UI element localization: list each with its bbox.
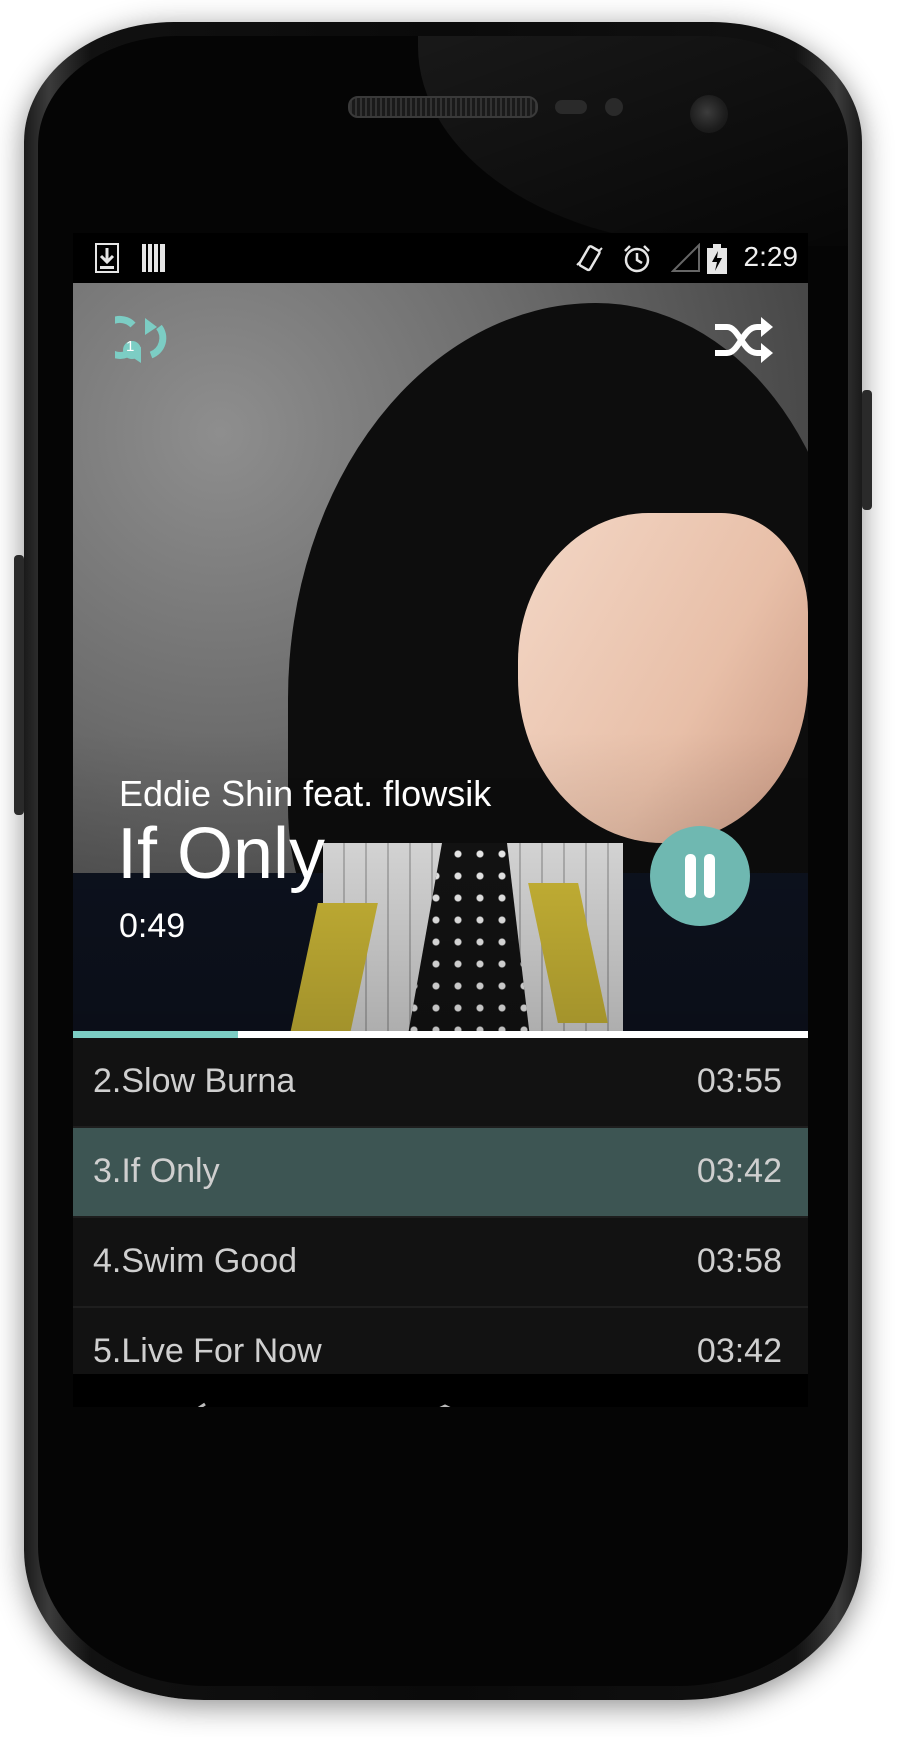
status-bar: 2:29 <box>73 233 808 283</box>
bezel-gloss <box>418 36 848 246</box>
artist-name: Eddie Shin feat. flowsik <box>119 773 492 814</box>
barcode-icon <box>141 243 167 278</box>
pause-button[interactable] <box>650 826 750 926</box>
vibrate-icon <box>573 243 605 280</box>
track-duration: 03:42 <box>696 1152 782 1190</box>
alarm-icon <box>621 243 653 280</box>
back-button[interactable] <box>185 1402 265 1407</box>
track-duration: 03:42 <box>696 1332 782 1370</box>
repeat-badge: 1 <box>126 338 135 355</box>
home-button[interactable] <box>408 1402 488 1407</box>
volume-button <box>14 555 24 815</box>
recent-apps-icon <box>628 1402 698 1407</box>
playlist-item[interactable]: 3.If Only 03:42 <box>73 1128 808 1218</box>
track-name: 2.Slow Burna <box>93 1062 296 1100</box>
front-camera <box>690 95 728 133</box>
repeat-one-icon <box>98 315 167 363</box>
song-title: If Only <box>117 814 326 894</box>
pause-bar-right <box>704 854 715 898</box>
home-icon <box>439 1404 451 1407</box>
navigation-bar <box>73 1374 808 1407</box>
elapsed-time: 0:49 <box>119 907 186 945</box>
screen: 2:29 1 Eddie Shin feat. flowsik If Only … <box>73 233 808 1407</box>
status-time: 2:29 <box>743 241 799 272</box>
playlist-item[interactable]: 5.Live For Now 03:42 <box>73 1308 808 1374</box>
shuffle-button[interactable] <box>713 313 775 367</box>
repeat-one-button[interactable]: 1 <box>98 315 175 367</box>
playlist: 2.Slow Burna 03:55 3.If Only 03:42 4.Swi… <box>73 1038 808 1374</box>
track-name: 3.If Only <box>93 1152 220 1190</box>
proximity-sensor <box>555 100 587 114</box>
album-art: 1 Eddie Shin feat. flowsik If Only 0:49 <box>73 283 808 1031</box>
track-name: 4.Swim Good <box>93 1242 298 1280</box>
back-icon <box>197 1402 206 1407</box>
light-sensor <box>605 98 623 116</box>
playlist-item[interactable]: 2.Slow Burna 03:55 <box>73 1038 808 1128</box>
pause-bar-left <box>685 854 696 898</box>
earpiece-speaker <box>348 96 538 118</box>
recent-apps-button[interactable] <box>628 1402 708 1407</box>
playlist-item[interactable]: 4.Swim Good 03:58 <box>73 1218 808 1308</box>
track-duration: 03:55 <box>696 1062 782 1100</box>
seek-bar[interactable] <box>73 1031 808 1038</box>
seek-bar-fill <box>73 1031 239 1038</box>
battery-charging-icon <box>706 243 728 280</box>
track-name: 5.Live For Now <box>93 1332 322 1370</box>
download-icon <box>95 243 119 278</box>
shuffle-icon <box>715 317 773 363</box>
track-duration: 03:58 <box>696 1242 782 1280</box>
signal-icon <box>670 242 701 278</box>
power-button <box>862 390 872 510</box>
